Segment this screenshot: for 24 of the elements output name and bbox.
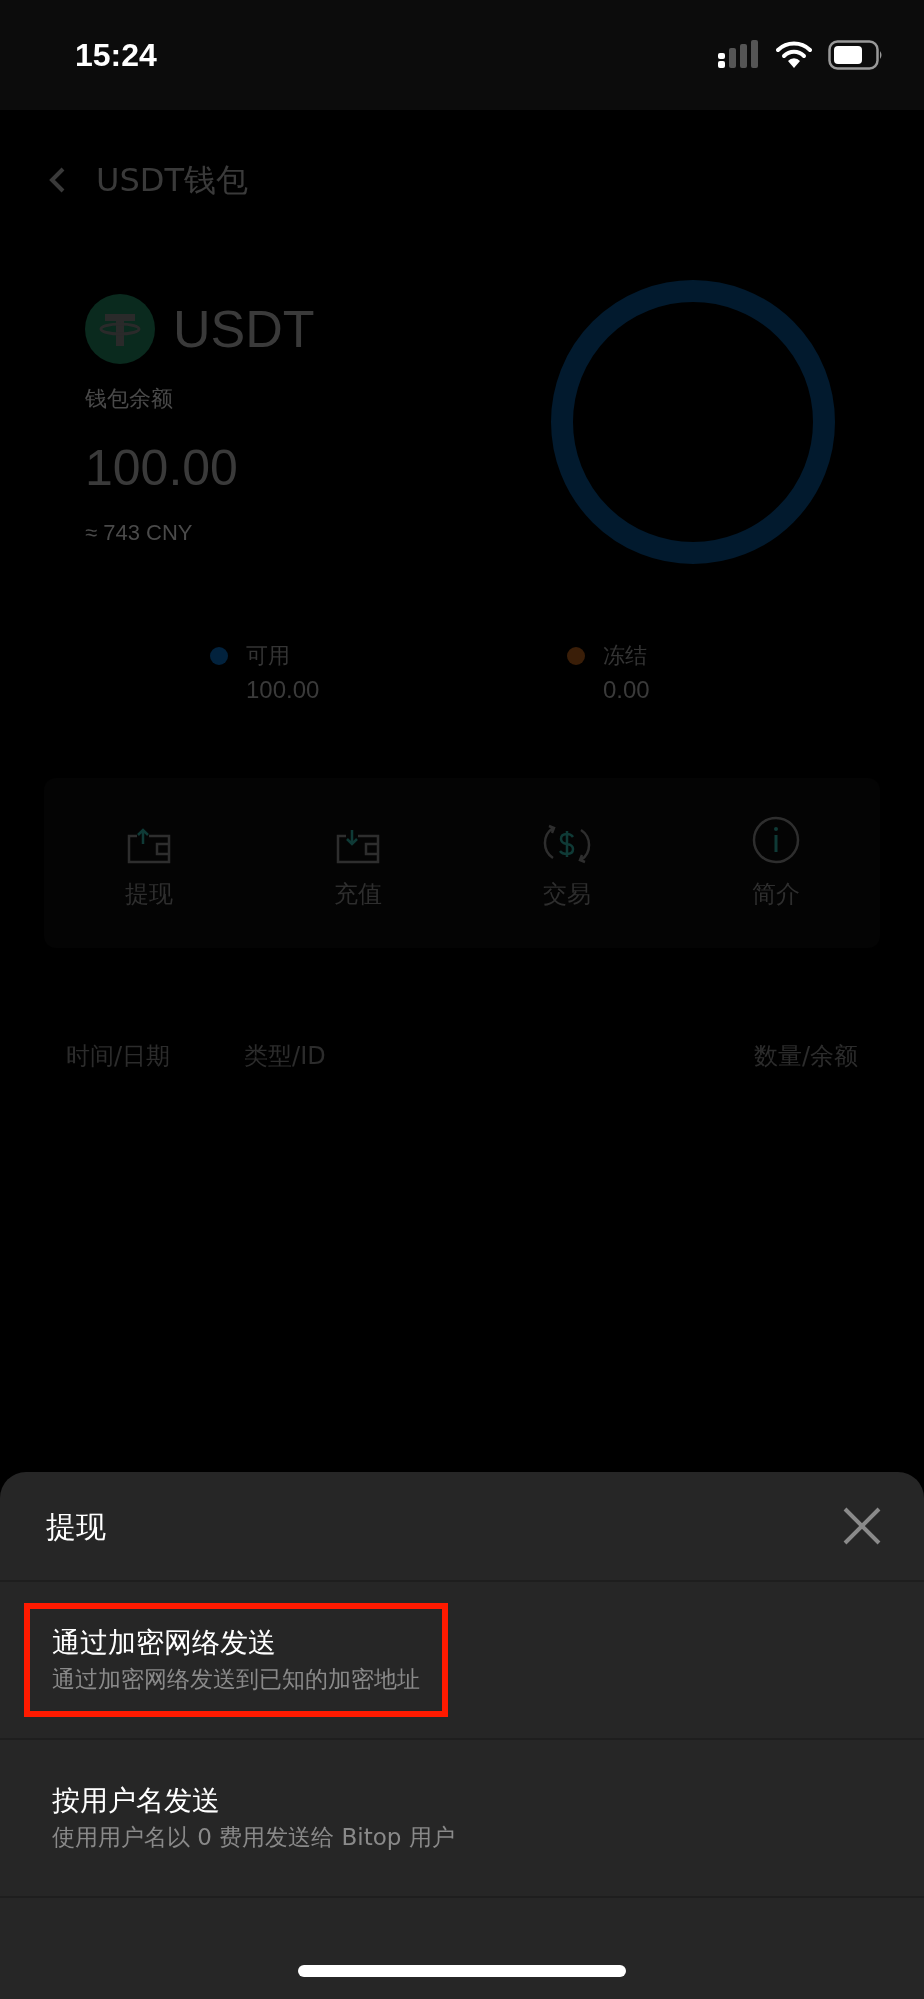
wallet-up-icon [126,828,171,864]
option-description: 使用用户名以 0 费用发送给 Bitop 用户 [52,1823,455,1853]
info-icon [751,816,800,864]
page-title: USDT钱包 [96,160,248,201]
option-description: 通过加密网络发送到已知的加密地址 [52,1665,420,1695]
coin-name: USDT [173,299,315,360]
exchange-dollar-icon [542,824,591,864]
wifi-icon [776,41,812,69]
balance-label: 钱包余额 [85,385,174,413]
wallet-down-icon [335,828,380,864]
legend-value: 0.00 [603,675,650,705]
fiat-value: ≈ 743 CNY [85,519,194,547]
close-icon [842,1506,882,1546]
status-time: 15:24 [75,36,157,75]
balance-amount: 100.00 [85,441,239,496]
sheet-title: 提现 [46,1507,106,1546]
send-option[interactable]: 通过加密网络发送 通过加密网络发送到已知的加密地址 [24,1603,448,1717]
option-title: 按用户名发送 [52,1783,221,1820]
legend-value: 100.00 [246,675,320,705]
signal-icon [718,40,760,70]
option-title: 通过加密网络发送 [52,1625,277,1662]
battery-icon [828,40,884,70]
coin-icon [85,294,155,364]
send-option[interactable]: 按用户名发送 使用用户名以 0 费用发送给 Bitop 用户 [24,1761,483,1875]
